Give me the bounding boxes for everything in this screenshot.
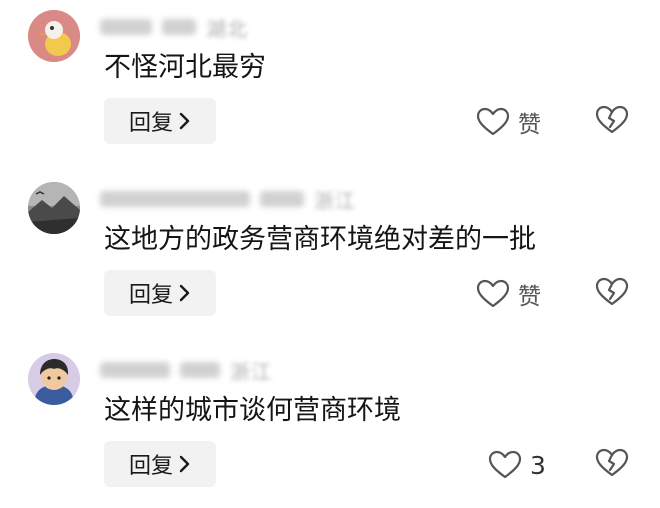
like-button[interactable]: 赞 (476, 276, 541, 312)
comment-text: 这地方的政务营商环境绝对差的一批 (104, 224, 536, 255)
comment-feed: 湖北 不怪河北最穷 回复 赞 浙江 这地方的政务营商环境绝对差的一批 回复 赞 … (0, 0, 660, 508)
like-button[interactable]: 赞 (476, 104, 541, 140)
chevron-right-icon (179, 112, 190, 130)
reply-button[interactable]: 回复 (104, 270, 216, 316)
avatar[interactable] (28, 353, 80, 405)
comment-item: 湖北 不怪河北最穷 回复 赞 (0, 0, 660, 170)
like-button[interactable]: 3 (488, 447, 546, 483)
time-redacted (180, 362, 220, 378)
chevron-right-icon (179, 455, 190, 473)
comment-item: 浙江 这地方的政务营商环境绝对差的一批 回复 赞 (0, 172, 660, 342)
comment-text: 这样的城市谈何营商环境 (104, 395, 401, 426)
like-label: 赞 (518, 284, 541, 310)
reply-button[interactable]: 回复 (104, 441, 216, 487)
landscape-avatar-icon (28, 182, 80, 234)
time-redacted (260, 191, 304, 207)
reply-label: 回复 (128, 111, 173, 136)
like-count: 3 (530, 450, 546, 480)
reply-button[interactable]: 回复 (104, 98, 216, 144)
bird-avatar-icon (28, 10, 80, 62)
avatar[interactable] (28, 10, 80, 62)
reply-label: 回复 (128, 454, 173, 479)
username-redacted (100, 19, 152, 35)
broken-heart-icon (595, 277, 629, 306)
region-label: 湖北 (206, 16, 248, 41)
time-redacted (162, 19, 196, 35)
heart-icon (476, 279, 510, 308)
region-label: 浙江 (230, 359, 272, 384)
dislike-button[interactable] (595, 104, 629, 138)
broken-heart-icon (595, 105, 629, 134)
like-label: 赞 (518, 112, 541, 138)
comment-meta: 湖北 (100, 14, 248, 41)
username-redacted (100, 191, 250, 207)
region-label: 浙江 (314, 188, 356, 213)
broken-heart-icon (595, 448, 629, 477)
dislike-button[interactable] (595, 276, 629, 310)
heart-icon (488, 450, 522, 479)
comment-text: 不怪河北最穷 (104, 52, 266, 83)
comment-meta: 浙江 (100, 186, 356, 213)
comment-meta: 浙江 (100, 357, 272, 384)
dislike-button[interactable] (595, 447, 629, 481)
chevron-right-icon (179, 284, 190, 302)
comment-item: 浙江 这样的城市谈何营商环境 回复 3 (0, 343, 660, 508)
reply-label: 回复 (128, 283, 173, 308)
heart-icon (476, 107, 510, 136)
cartoon-avatar-icon (28, 353, 80, 405)
username-redacted (100, 362, 170, 378)
avatar[interactable] (28, 182, 80, 234)
